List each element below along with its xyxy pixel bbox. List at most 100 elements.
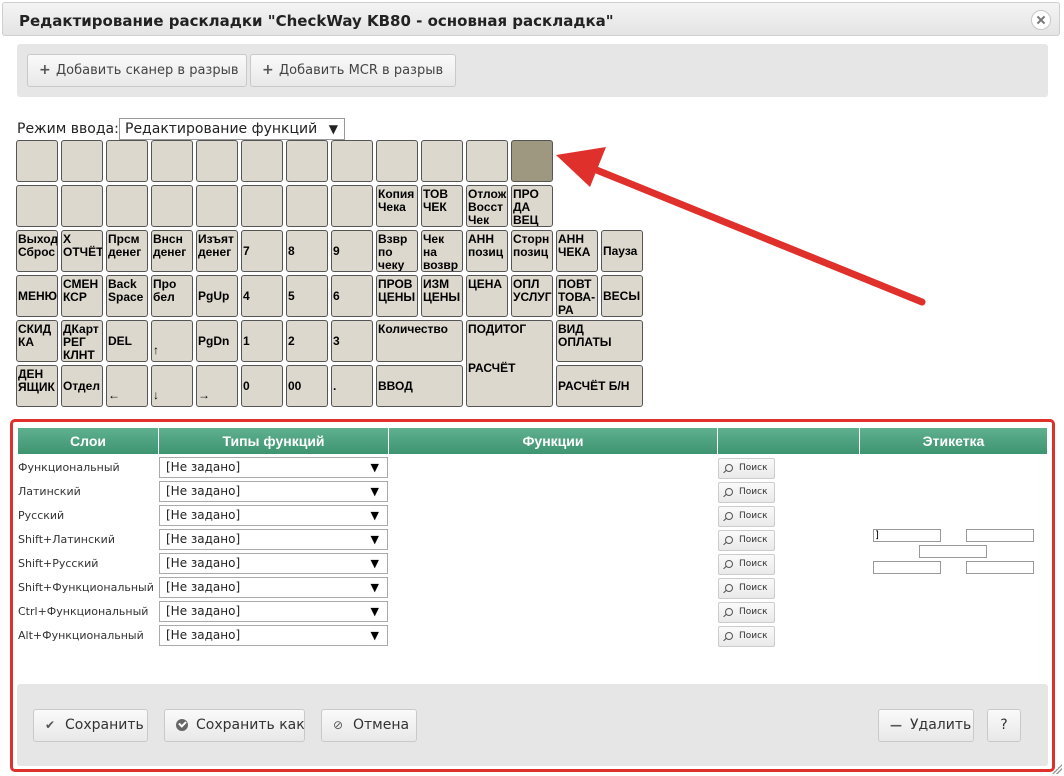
keyboard-key[interactable]: ОПЛ УСЛУГ: [511, 275, 553, 317]
search-button[interactable]: Поиск: [718, 458, 775, 479]
keyboard-key[interactable]: Чек на возвр: [421, 230, 463, 272]
function-type-select[interactable]: [Не задано] ▼: [159, 601, 388, 622]
keyboard-key[interactable]: Выход Сброс: [16, 230, 58, 272]
keyboard-key[interactable]: ЦЕНА: [466, 275, 508, 317]
keyboard-key[interactable]: →: [196, 365, 238, 407]
keyboard-key[interactable]: [331, 140, 373, 182]
label-field[interactable]: [966, 529, 1034, 542]
keyboard-key[interactable]: [106, 185, 148, 227]
function-type-select[interactable]: [Не задано] ▼: [159, 505, 388, 526]
keyboard-key[interactable]: ИЗМ ЦЕНЫ: [421, 275, 463, 317]
keyboard-key[interactable]: Отлож Восст Чек: [466, 185, 508, 227]
keyboard-key[interactable]: Количество: [376, 320, 463, 362]
keyboard-key[interactable]: ПРО ДА ВЕЦ: [511, 185, 553, 227]
search-button[interactable]: Поиск: [718, 626, 775, 647]
keyboard-key[interactable]: ВИД ОПЛАТЫ: [556, 320, 643, 362]
keyboard-key[interactable]: Прсм денег: [106, 230, 148, 272]
keyboard-key[interactable]: [241, 185, 283, 227]
keyboard-key[interactable]: [61, 140, 103, 182]
help-button[interactable]: ?: [987, 709, 1021, 742]
keyboard-key[interactable]: Х ОТЧЁТ: [61, 230, 103, 272]
keyboard-key[interactable]: РАСЧЁТ Б/Н: [556, 365, 643, 407]
search-button[interactable]: Поиск: [718, 554, 775, 575]
function-type-select[interactable]: [Не задано] ▼: [159, 625, 388, 646]
keyboard-key[interactable]: СМЕН КСР: [61, 275, 103, 317]
keyboard-key[interactable]: 9: [331, 230, 373, 272]
keyboard-key[interactable]: ↓: [151, 365, 193, 407]
keyboard-key[interactable]: PgDn: [196, 320, 238, 362]
keyboard-key[interactable]: ←: [106, 365, 148, 407]
keyboard-key[interactable]: [61, 185, 103, 227]
keyboard-key[interactable]: ПРОВ ЦЕНЫ: [376, 275, 418, 317]
function-type-select[interactable]: [Не задано] ▼: [159, 481, 388, 502]
keyboard-key[interactable]: Сторн позиц: [511, 230, 553, 272]
keyboard-key[interactable]: [196, 185, 238, 227]
keyboard-key[interactable]: ПОДИТОГ РАСЧЁТ: [466, 320, 553, 407]
resize-grip-icon[interactable]: [1052, 764, 1062, 774]
keyboard-key[interactable]: [466, 140, 508, 182]
keyboard-key[interactable]: Отдел: [61, 365, 103, 407]
keyboard-key[interactable]: ТОВ ЧЕК: [421, 185, 463, 227]
keyboard-key[interactable]: Копия Чека: [376, 185, 418, 227]
keyboard-key[interactable]: [331, 185, 373, 227]
keyboard-key[interactable]: [511, 140, 553, 182]
keyboard-key[interactable]: 4: [241, 275, 283, 317]
keyboard-key[interactable]: ВВОД: [376, 365, 463, 407]
keyboard-key[interactable]: Про бел: [151, 275, 193, 317]
function-type-select[interactable]: [Не задано] ▼: [159, 553, 388, 574]
keyboard-key[interactable]: [286, 185, 328, 227]
keyboard-key[interactable]: СКИД КА: [16, 320, 58, 362]
keyboard-key[interactable]: DEL: [106, 320, 148, 362]
keyboard-key[interactable]: [151, 140, 193, 182]
keyboard-key[interactable]: [286, 140, 328, 182]
search-button[interactable]: Поиск: [718, 482, 775, 503]
save-button[interactable]: ✔ Сохранить: [33, 709, 148, 742]
keyboard-key[interactable]: 0: [241, 365, 283, 407]
keyboard-key[interactable]: PgUp: [196, 275, 238, 317]
keyboard-key[interactable]: 5: [286, 275, 328, 317]
keyboard-key[interactable]: [16, 140, 58, 182]
add-mcr-button[interactable]: + Добавить MCR в разрыв: [250, 54, 456, 87]
add-scanner-button[interactable]: + Добавить сканер в разрыв: [27, 54, 247, 87]
delete-button[interactable]: — Удалить: [878, 709, 974, 742]
keyboard-key[interactable]: Изъят денег: [196, 230, 238, 272]
mode-select[interactable]: Редактирование функций ▼: [119, 118, 345, 140]
save-as-button[interactable]: Сохранить как: [164, 709, 305, 742]
keyboard-key[interactable]: 2: [286, 320, 328, 362]
keyboard-key[interactable]: [106, 140, 148, 182]
keyboard-key[interactable]: [376, 140, 418, 182]
keyboard-key[interactable]: [241, 140, 283, 182]
keyboard-key[interactable]: [151, 185, 193, 227]
keyboard-key[interactable]: 3: [331, 320, 373, 362]
search-button[interactable]: Поиск: [718, 602, 775, 623]
search-button[interactable]: Поиск: [718, 530, 775, 551]
search-button[interactable]: Поиск: [718, 578, 775, 599]
keyboard-key[interactable]: .: [331, 365, 373, 407]
label-field[interactable]: [919, 545, 987, 558]
keyboard-key[interactable]: [196, 140, 238, 182]
label-field[interactable]: [966, 561, 1034, 574]
keyboard-key[interactable]: Взвр по чеку: [376, 230, 418, 272]
keyboard-key[interactable]: Back Space: [106, 275, 148, 317]
label-field[interactable]: ]: [873, 529, 941, 542]
function-type-select[interactable]: [Не задано] ▼: [159, 457, 388, 478]
keyboard-key[interactable]: 7: [241, 230, 283, 272]
keyboard-key[interactable]: ↑: [151, 320, 193, 362]
keyboard-key[interactable]: [16, 185, 58, 227]
keyboard-key[interactable]: МЕНЮ: [16, 275, 58, 317]
keyboard-key[interactable]: 1: [241, 320, 283, 362]
close-icon[interactable]: [1031, 10, 1051, 30]
keyboard-key[interactable]: ДКарт РЕГ КЛНТ: [61, 320, 103, 362]
cancel-button[interactable]: ⊘ Отмена: [321, 709, 417, 742]
search-button[interactable]: Поиск: [718, 506, 775, 527]
function-type-select[interactable]: [Не задано] ▼: [159, 529, 388, 550]
keyboard-key[interactable]: 6: [331, 275, 373, 317]
keyboard-key[interactable]: 00: [286, 365, 328, 407]
keyboard-key[interactable]: ДЕН ЯЩИК: [16, 365, 58, 407]
keyboard-key[interactable]: 8: [286, 230, 328, 272]
keyboard-key[interactable]: Внсн денег: [151, 230, 193, 272]
function-type-select[interactable]: [Не задано] ▼: [159, 577, 388, 598]
keyboard-key[interactable]: [421, 140, 463, 182]
label-field[interactable]: [873, 561, 941, 574]
keyboard-key[interactable]: АНН позиц: [466, 230, 508, 272]
